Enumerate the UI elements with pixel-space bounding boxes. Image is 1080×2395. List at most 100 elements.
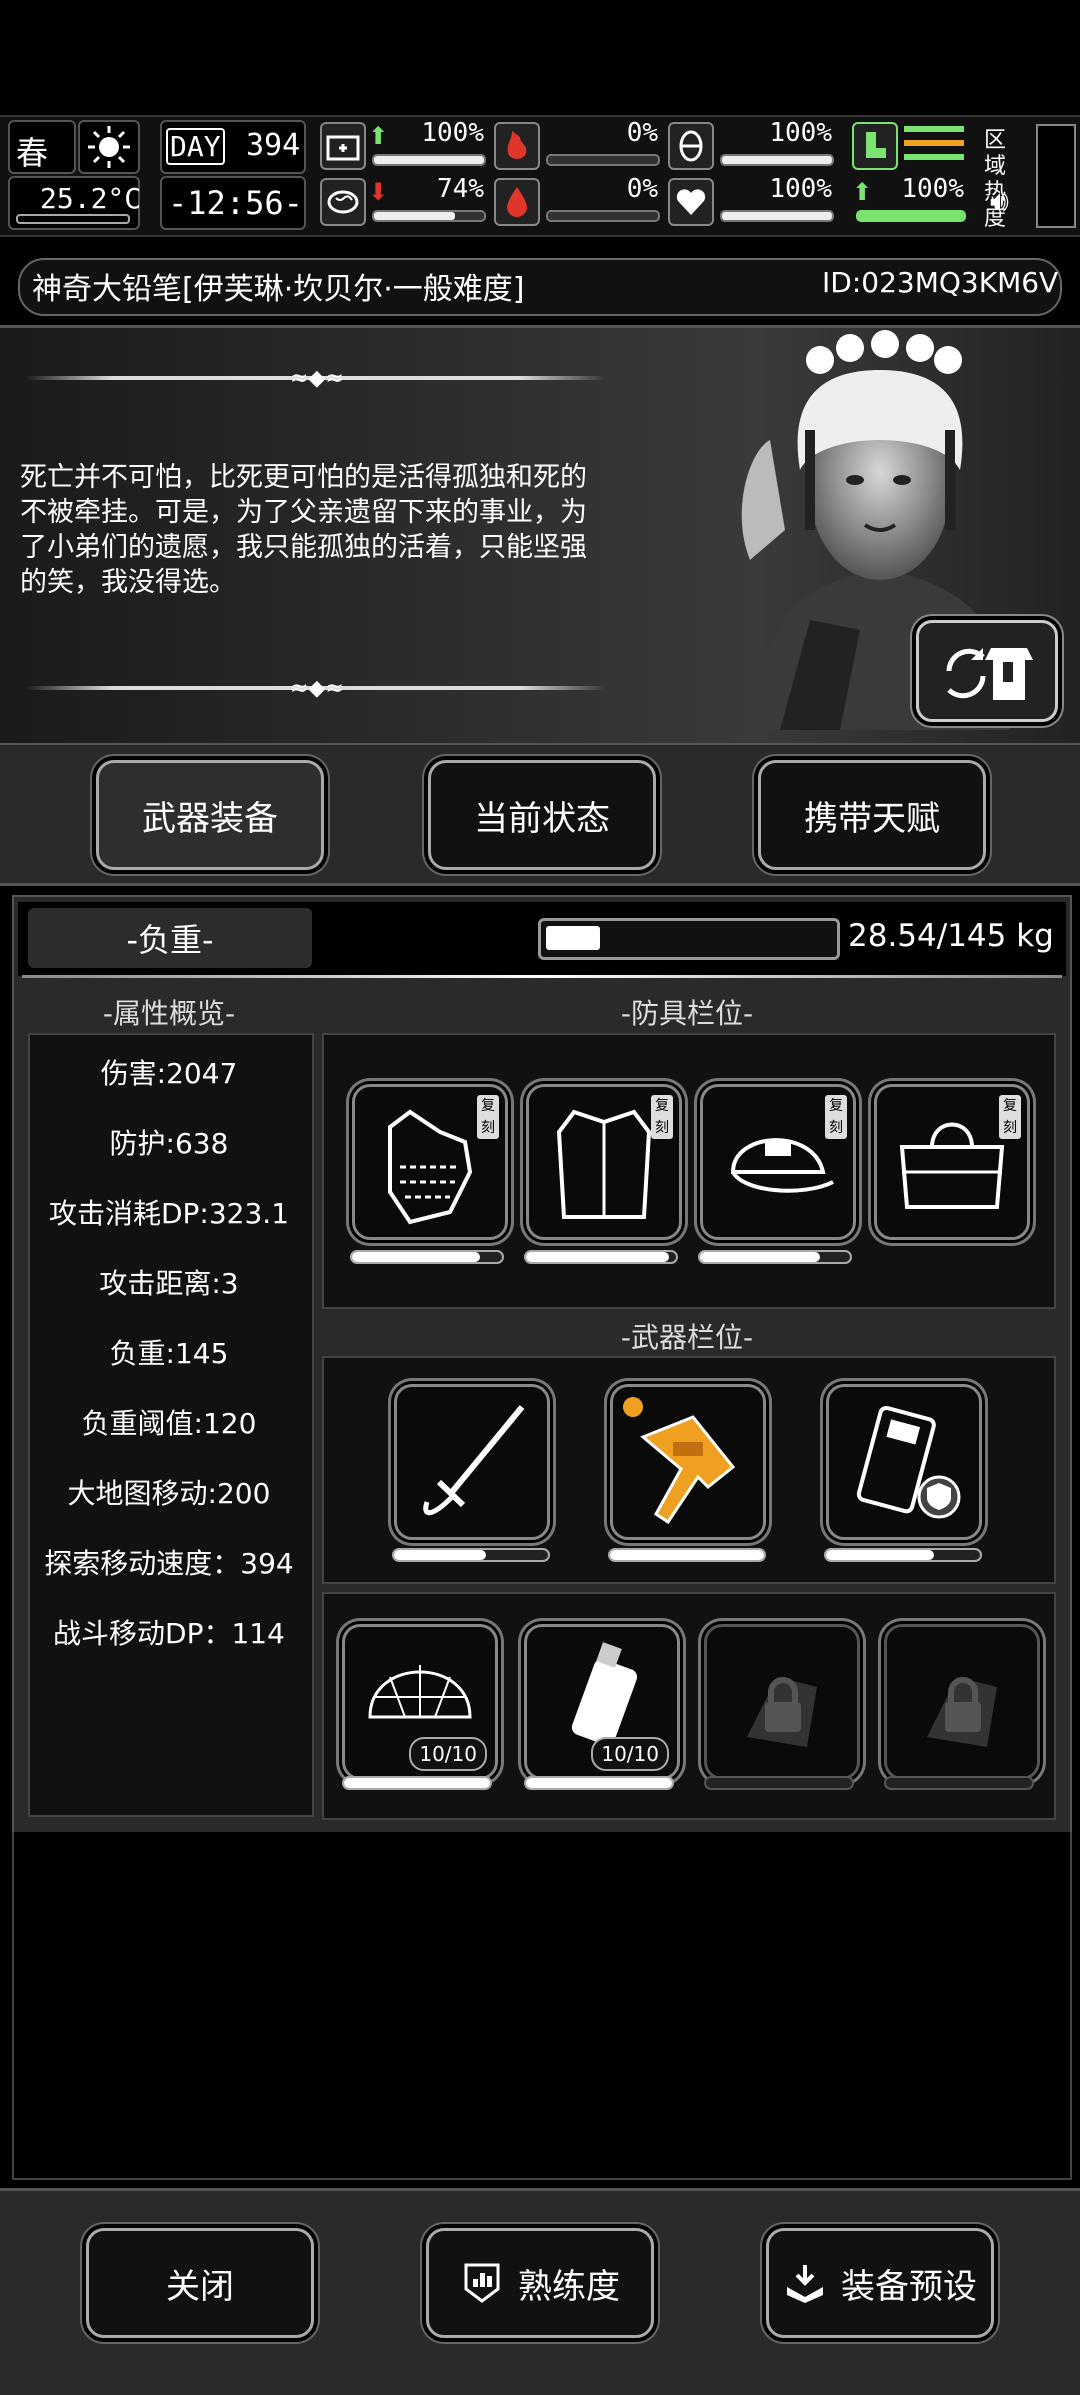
stamina-pct: 100%: [769, 118, 832, 148]
attr-explore-speed: 探索移动速度：394: [44, 1547, 294, 1580]
stamina-icon: [668, 122, 714, 170]
tool-slot-grenade[interactable]: 10/10: [524, 1624, 680, 1780]
medical-meter: [372, 154, 486, 166]
lock-icon: [927, 1677, 997, 1747]
season-box: 春: [8, 120, 76, 174]
stomach-icon: [494, 122, 540, 170]
tool-durability-3: [704, 1776, 854, 1790]
brain-icon: [320, 178, 366, 226]
temperature-box: 25.2°C: [8, 176, 142, 230]
mood-meter: [372, 210, 486, 222]
tool-durability-4: [884, 1776, 1034, 1790]
close-label: 关闭: [166, 2266, 234, 2307]
health-meter: [720, 210, 834, 222]
load-value: 28.54/145 kg: [848, 918, 1054, 954]
thirst-meter: [546, 210, 660, 222]
armor-badge-1: 复刻: [477, 1095, 499, 1139]
ornament-diamond-top: ≈◆≈: [290, 366, 344, 391]
mood-pct: 74%: [437, 174, 484, 204]
attr-combat-move-dp: 战斗移动DP：114: [53, 1617, 285, 1650]
armor-durability-3: [698, 1250, 852, 1264]
blood-drop-icon: [494, 178, 540, 226]
day-label: DAY: [166, 128, 225, 165]
close-button[interactable]: 关闭: [86, 2228, 314, 2338]
clock-box: -12:56-: [160, 176, 306, 230]
load-bar-fill: [546, 926, 600, 950]
tool-durability-1: [342, 1776, 492, 1790]
load-divider: [22, 975, 1062, 978]
day-box: DAY 394: [160, 120, 306, 174]
sword-icon: [423, 1405, 525, 1516]
proficiency-label: 熟练度: [518, 2266, 620, 2307]
day-value: 394: [246, 128, 301, 163]
tool-slot-locked-1[interactable]: [704, 1624, 860, 1780]
hunger-meter: [546, 154, 660, 166]
preset-label: 装备预设: [841, 2266, 977, 2307]
weapon-durability-1: [392, 1548, 550, 1562]
weapon-durability-2: [608, 1548, 766, 1562]
attr-attack-dp: 攻击消耗DP:323.1: [48, 1197, 290, 1230]
time-value: -12:56-: [168, 184, 303, 222]
character-quote: 死亡并不可怕，比死更可怕的是活得孤独和死的不被牵挂。可是，为了父亲遗留下来的事业…: [20, 462, 587, 598]
armor-badge-2: 复刻: [651, 1095, 673, 1139]
sun-icon: [78, 120, 140, 174]
equipment-preset-button[interactable]: 装备预设: [766, 2228, 994, 2338]
hunger-pct: 0%: [626, 118, 658, 148]
tool-slot-locked-2[interactable]: [884, 1624, 1040, 1780]
shield-device-icon: [856, 1405, 961, 1519]
armor-durability-1: [350, 1250, 504, 1264]
tool-count-2: 10/10: [591, 1737, 669, 1771]
tab-current-status[interactable]: 当前状态: [428, 760, 656, 870]
armor-slot-bag[interactable]: 复刻: [874, 1084, 1030, 1240]
move-line-1: [904, 126, 964, 132]
ornament-diamond-bottom: ≈◆≈: [290, 676, 344, 701]
empty-area: [12, 1832, 1072, 2180]
medical-pct: 100%: [421, 118, 484, 148]
load-label: -负重-: [28, 908, 312, 968]
move-meter: [856, 210, 966, 222]
character-name: 神奇大铅笔[伊芙琳·坎贝尔·一般难度]: [32, 272, 525, 307]
section-armor: -防具栏位-: [620, 997, 754, 1030]
section-weapons: -武器栏位-: [620, 1321, 754, 1354]
weapon-durability-3: [824, 1548, 982, 1562]
rifle-icon: [623, 1397, 736, 1525]
character-id: ID:023MQ3KM6V: [822, 266, 1059, 299]
weapon-slot-rifle[interactable]: [610, 1384, 766, 1540]
tool-slot-net[interactable]: 10/10: [342, 1624, 498, 1780]
proficiency-button[interactable]: 熟练度: [426, 2228, 654, 2338]
boot-icon: [852, 122, 898, 170]
tab-weapons-equipment[interactable]: 武器装备: [96, 760, 324, 870]
change-outfit-button[interactable]: [916, 620, 1058, 722]
move-pct: 100%: [901, 174, 964, 204]
proficiency-icon: [464, 2263, 500, 2303]
speaker-icon[interactable]: 🔊︎: [990, 184, 1009, 219]
armor-slot-coat[interactable]: 复刻: [526, 1084, 682, 1240]
attr-damage: 伤害:2047: [100, 1057, 238, 1090]
armor-badge-4: 复刻: [999, 1095, 1021, 1139]
heat-gauge: [1036, 124, 1076, 228]
attr-load: 负重:145: [109, 1337, 229, 1370]
heart-icon: [668, 178, 714, 226]
section-attributes: -属性概览-: [102, 997, 236, 1030]
medkit-icon: [320, 122, 366, 170]
tab-talents[interactable]: 携带天赋: [758, 760, 986, 870]
move-line-3: [904, 154, 964, 160]
tool-count-1: 10/10: [409, 1737, 487, 1771]
lock-icon: [747, 1677, 817, 1747]
weapon-slot-device[interactable]: [826, 1384, 982, 1540]
armor-badge-3: 复刻: [825, 1095, 847, 1139]
armor-slot-gloves[interactable]: 复刻: [352, 1084, 508, 1240]
attr-map-move: 大地图移动:200: [67, 1477, 271, 1510]
health-pct: 100%: [769, 174, 832, 204]
outfit-swap-icon: [946, 648, 1033, 700]
attr-defense: 防护:638: [109, 1127, 229, 1160]
thirst-pct: 0%: [626, 174, 658, 204]
temperature-value: 25.2°C: [40, 182, 142, 215]
tool-durability-2: [524, 1776, 674, 1790]
attr-load-threshold: 负重阈值:120: [81, 1407, 257, 1440]
armor-durability-2: [524, 1250, 678, 1264]
attr-attack-range: 攻击距离:3: [99, 1267, 239, 1300]
armor-slot-cap[interactable]: 复刻: [700, 1084, 856, 1240]
preset-download-icon: [787, 2265, 823, 2303]
weapon-slot-sword[interactable]: [394, 1384, 550, 1540]
